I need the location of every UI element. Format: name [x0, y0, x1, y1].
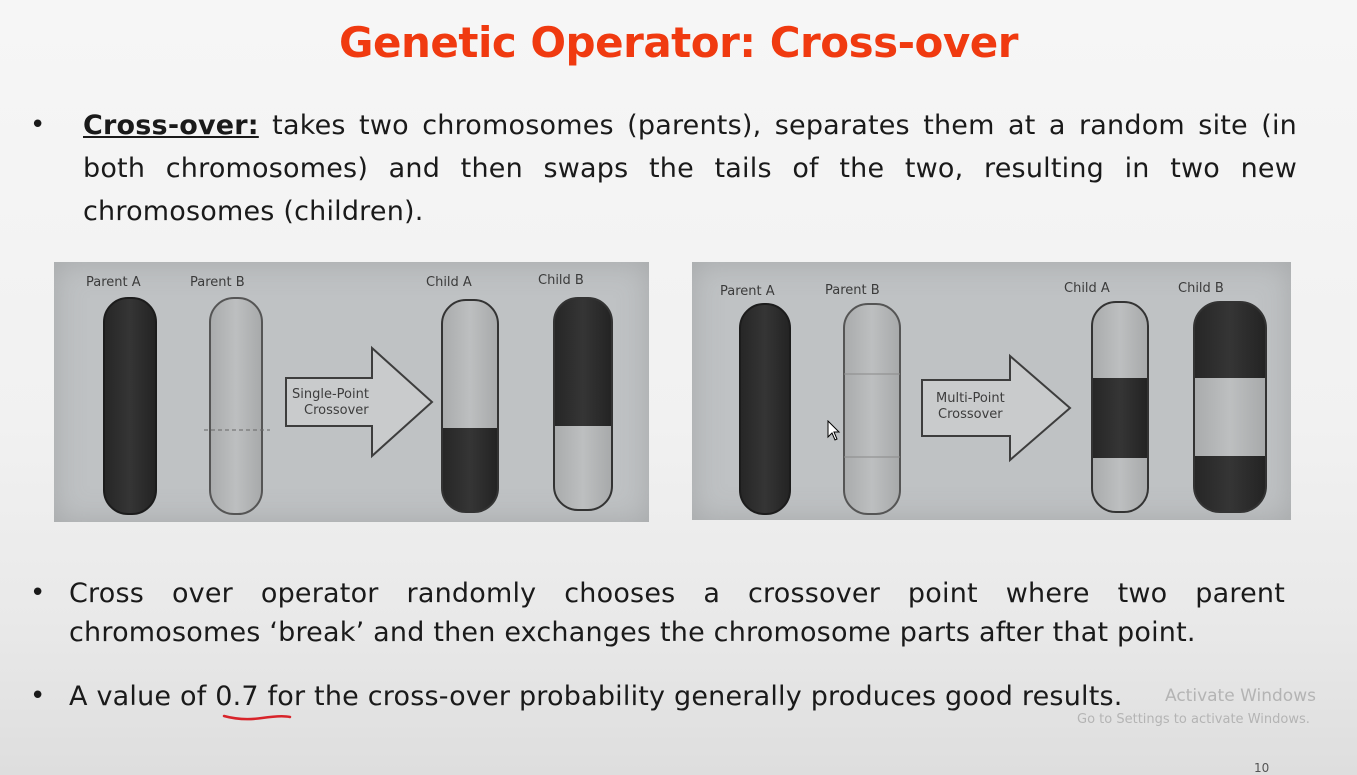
bullet-crossover-definition: • Cross-over: takes two chromosomes (par…: [30, 104, 1300, 234]
label-child-a: Child A: [1064, 281, 1110, 296]
label-parent-b: Parent B: [190, 275, 245, 290]
bullet-dot: •: [30, 578, 46, 608]
parent-a-chromosome: [103, 297, 157, 515]
single-point-crossover-arrow: Single-Point Crossover: [285, 345, 434, 459]
probability-value: 0.7: [215, 681, 259, 712]
label-parent-a: Parent A: [86, 275, 141, 290]
probability-suffix: for the cross-over probability generally…: [258, 681, 1123, 712]
red-underline-annotation: [222, 714, 292, 721]
parent-a-chromosome: [739, 303, 791, 515]
definition-text: takes two chromosomes (parents), separat…: [83, 110, 1297, 227]
slide-title: Genetic Operator: Cross-over: [339, 18, 1018, 67]
watermark-line2: Go to Settings to activate Windows.: [1077, 712, 1310, 727]
label-child-b: Child B: [1178, 281, 1224, 296]
arrow-label-line2: Crossover: [938, 407, 1003, 422]
multi-point-crossover-arrow: Multi-Point Crossover: [921, 353, 1072, 463]
bullet-text: Cross-over: takes two chromosomes (paren…: [83, 104, 1297, 233]
bullet-dot: •: [30, 681, 46, 711]
term-crossover: Cross-over:: [83, 110, 259, 141]
child-a-chromosome: [1092, 302, 1148, 512]
parent-b-chromosome: [209, 297, 263, 515]
child-b-chromosome: [1194, 302, 1266, 512]
single-point-crossover-figure: Parent A Parent B Child A Child B Single…: [54, 262, 649, 522]
child-b-chromosome: [554, 298, 612, 510]
arrow-label-line1: Single-Point: [292, 387, 369, 402]
watermark-line1: Activate Windows: [1165, 686, 1316, 706]
slide-number: 10: [1254, 761, 1270, 775]
multi-point-crossover-figure: Parent A Parent B Child A Child B Multi-…: [692, 262, 1291, 520]
parent-b-chromosome: [843, 303, 901, 515]
arrow-label-line2: Crossover: [304, 403, 369, 418]
label-parent-b: Parent B: [825, 283, 880, 298]
label-child-b: Child B: [538, 273, 584, 288]
probability-prefix: A value of: [69, 681, 216, 712]
label-parent-a: Parent A: [720, 284, 775, 299]
bullet-dot: •: [30, 110, 46, 140]
bullet-text: Cross over operator randomly chooses a c…: [69, 578, 1285, 648]
label-child-a: Child A: [426, 275, 472, 290]
bullet-crossover-operator: • Cross over operator randomly chooses a…: [30, 574, 1290, 664]
mouse-pointer-icon: [827, 419, 841, 446]
arrow-label-line1: Multi-Point: [936, 391, 1005, 406]
child-a-chromosome: [442, 300, 498, 512]
